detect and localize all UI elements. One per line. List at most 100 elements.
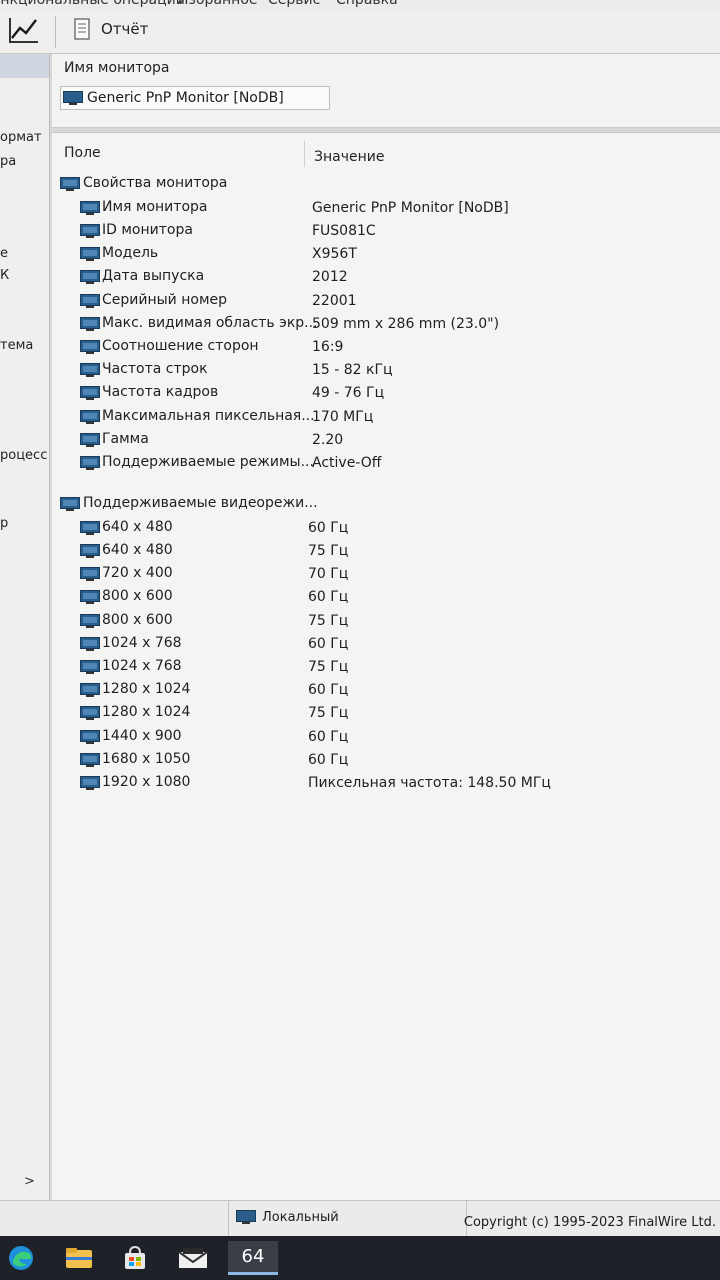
table-row[interactable]: 1920 x 1080 Пиксельная частота: 148.50 МГ…	[52, 772, 720, 795]
file-explorer-icon[interactable]	[62, 1241, 96, 1275]
column-header-field[interactable]: Поле	[64, 137, 101, 169]
table-row[interactable]: 1280 x 1024 60 Гц	[52, 679, 720, 702]
expand-arrow-icon[interactable]: >	[24, 1174, 35, 1189]
status-bar: Локальный Copyright (c) 1995-2023 FinalW…	[0, 1200, 720, 1237]
field-value: X956T	[312, 246, 357, 263]
field-value: 60 Гц	[308, 751, 349, 768]
tree-item[interactable]: тема	[0, 338, 33, 353]
table-row[interactable]: Частота строк 15 - 82 кГц	[52, 359, 720, 382]
table-row[interactable]: 720 x 400 70 Гц	[52, 563, 720, 586]
tree-item[interactable]: ормат	[0, 130, 42, 145]
table-row[interactable]: 800 x 600 75 Гц	[52, 610, 720, 633]
monitor-icon	[80, 247, 100, 262]
monitor-icon	[80, 729, 100, 744]
field-value: Пиксельная частота: 148.50 МГц	[308, 775, 551, 791]
tree-item[interactable]: е	[0, 246, 8, 261]
field-value: 60 Гц	[308, 635, 349, 652]
document-icon[interactable]	[74, 18, 90, 40]
table-row[interactable]: ID монитора FUS081C	[52, 220, 720, 243]
field-name: 1280 x 1024	[102, 704, 191, 721]
table-row[interactable]: 800 x 600 60 Гц	[52, 586, 720, 609]
status-local-label: Локальный	[262, 1209, 339, 1225]
table-row[interactable]: Модель X956T	[52, 243, 720, 266]
table-row[interactable]: Гамма 2.20	[52, 429, 720, 452]
field-name: 1024 x 768	[102, 634, 182, 651]
field-name: 1280 x 1024	[102, 681, 191, 698]
monitor-icon	[80, 386, 100, 401]
field-name: Серийный номер	[102, 291, 228, 308]
field-value: 75 Гц	[308, 543, 349, 559]
menu-item-operations[interactable]: Функциональные операции	[0, 0, 185, 8]
monitor-icon	[80, 200, 100, 215]
field-name: 640 x 480	[102, 518, 173, 535]
table-row[interactable]: 1440 x 900 60 Гц	[52, 726, 720, 749]
table-row[interactable]: Частота кадров 49 - 76 Гц	[52, 382, 720, 405]
field-name: Модель	[102, 245, 159, 262]
column-header-value[interactable]: Значение	[314, 141, 384, 173]
field-name: 640 x 480	[102, 542, 173, 558]
monitor-icon	[80, 613, 100, 628]
edge-browser-icon[interactable]	[4, 1241, 38, 1275]
tree-item[interactable]: роцесс	[0, 448, 47, 463]
monitor-icon	[80, 660, 100, 674]
properties-grid: Поле Значение Свойства монитора Имя монит…	[52, 132, 720, 1200]
field-name: Частота строк	[102, 361, 208, 378]
copyright-text: Copyright (c) 1995-2023 FinalWire Ltd.	[463, 1215, 716, 1230]
line-chart-icon[interactable]	[8, 16, 40, 44]
table-row[interactable]: 1024 x 768 75 Гц	[52, 656, 720, 679]
table-row[interactable]: Серийный номер 22001	[52, 290, 720, 313]
menu-item-service[interactable]: Сервис	[268, 0, 320, 8]
table-row[interactable]: Поддерживаемые режимы... Active-Off	[52, 452, 720, 475]
table-row[interactable]: 1280 x 1024 75 Гц	[52, 702, 720, 725]
table-row[interactable]: Соотношение сторон 16:9	[52, 336, 720, 359]
monitor-icon	[80, 520, 100, 535]
navigation-tree: ормат ра е К тема роцесс р >	[0, 54, 50, 1200]
tree-item[interactable]: р	[0, 516, 8, 531]
monitor-icon	[80, 544, 100, 558]
monitor-list-item-label: Generic PnP Monitor [NoDB]	[87, 90, 284, 106]
status-divider	[228, 1201, 229, 1237]
table-row[interactable]: 1024 x 768 60 Гц	[52, 633, 720, 656]
monitor-icon	[80, 636, 100, 651]
menu-item-help[interactable]: Справка	[336, 0, 398, 8]
table-row[interactable]: 640 x 480 60 Гц	[52, 517, 720, 540]
tree-item[interactable]: К	[0, 268, 9, 283]
monitor-icon	[63, 90, 83, 106]
field-value: 49 - 76 Гц	[312, 385, 385, 402]
menu-item-favorites[interactable]: Избранное	[178, 0, 258, 8]
table-row[interactable]: Имя монитора Generic PnP Monitor [NoDB]	[52, 197, 720, 220]
group-row[interactable]: Свойства монитора	[52, 173, 720, 196]
menu-bar: Функциональные операции Избранное Сервис…	[0, 0, 720, 10]
monitor-icon	[80, 409, 100, 424]
report-button[interactable]: Отчёт	[101, 20, 148, 38]
field-value: 60 Гц	[308, 728, 349, 745]
field-value: 60 Гц	[308, 519, 349, 536]
store-icon[interactable]	[118, 1241, 152, 1275]
group-label: Поддерживаемые видеорежи...	[83, 495, 318, 512]
mail-icon[interactable]	[176, 1241, 210, 1275]
field-name: Дата выпуска	[102, 268, 205, 285]
group-row[interactable]: Поддерживаемые видеорежи...	[52, 493, 720, 516]
aida64-icon[interactable]: 64	[228, 1241, 278, 1275]
field-name: 1440 x 900	[102, 727, 182, 744]
status-local: Локальный	[236, 1209, 339, 1225]
field-name: Макс. видимая область экр...	[102, 314, 318, 331]
monitor-list-item[interactable]: Generic PnP Monitor [NoDB]	[60, 86, 330, 110]
column-separator[interactable]	[304, 141, 305, 167]
monitor-icon	[80, 706, 100, 721]
field-value: 15 - 82 кГц	[312, 362, 393, 379]
monitor-icon	[80, 270, 100, 285]
monitor-icon	[80, 590, 100, 605]
aida64-label: 64	[241, 1246, 265, 1267]
tree-item[interactable]: ра	[0, 154, 16, 169]
table-row[interactable]: Дата выпуска 2012	[52, 266, 720, 289]
table-row[interactable]: 640 x 480 75 Гц	[52, 540, 720, 563]
monitor-icon	[80, 567, 100, 582]
monitor-icon	[80, 683, 100, 698]
field-name: Частота кадров	[102, 384, 219, 401]
field-name: Имя монитора	[102, 198, 208, 215]
tree-selection	[0, 54, 49, 78]
table-row[interactable]: Макс. видимая область экр... 509 mm x 286…	[52, 313, 720, 336]
table-row[interactable]: 1680 x 1050 60 Гц	[52, 749, 720, 772]
table-row[interactable]: Максимальная пиксельная... 170 МГц	[52, 406, 720, 429]
